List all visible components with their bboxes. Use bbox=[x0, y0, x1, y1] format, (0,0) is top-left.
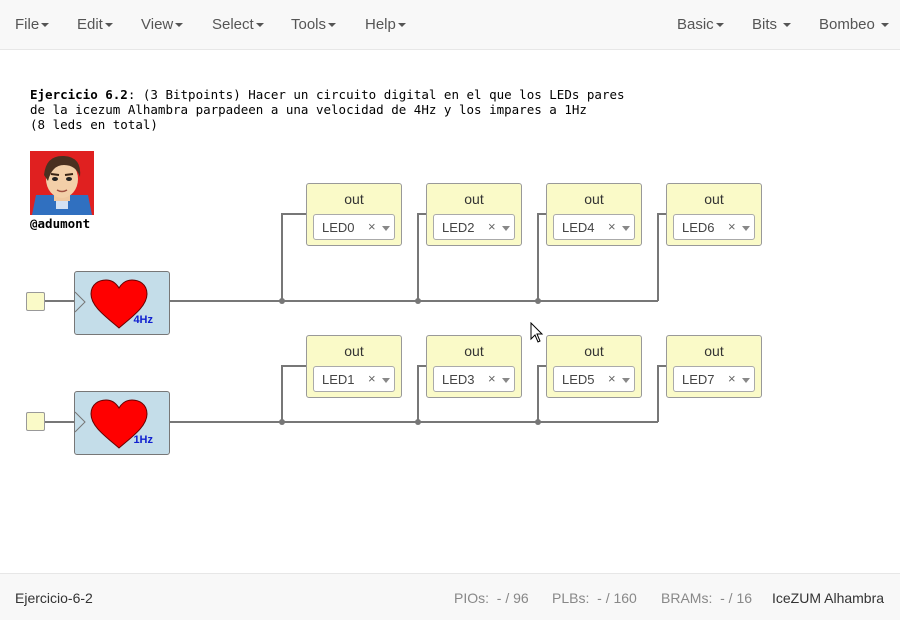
pin-select[interactable]: LED4 × bbox=[553, 214, 635, 240]
wire bbox=[537, 365, 546, 422]
output-title: out bbox=[344, 191, 364, 207]
wire bbox=[281, 365, 306, 422]
frequency-label: 1Hz bbox=[133, 434, 153, 446]
frequency-label: 4Hz bbox=[133, 314, 153, 326]
wire bbox=[657, 365, 666, 422]
output-block-led4[interactable]: out LED4 × bbox=[546, 183, 642, 246]
pin-select[interactable]: LED2 × bbox=[433, 214, 515, 240]
heartbeat-block-4hz[interactable]: 4Hz bbox=[74, 271, 170, 335]
heart-icon bbox=[75, 399, 148, 449]
output-block-led2[interactable]: out LED2 × bbox=[426, 183, 522, 246]
wire-junction bbox=[415, 419, 421, 425]
status-bar: Ejercicio-6-2 PIOs: - / 96 PLBs: - / 160… bbox=[0, 573, 900, 620]
wire bbox=[417, 213, 426, 301]
wire bbox=[417, 365, 426, 422]
plbs-counter: PLBs: - / 160 bbox=[552, 590, 637, 606]
wire-junction bbox=[279, 419, 285, 425]
chevron-down-icon[interactable] bbox=[622, 226, 630, 231]
clear-icon[interactable]: × bbox=[368, 219, 376, 234]
output-block-led5[interactable]: out LED5 × bbox=[546, 335, 642, 398]
clear-icon[interactable]: × bbox=[728, 219, 736, 234]
wire-junction bbox=[535, 419, 541, 425]
heart-icon bbox=[75, 279, 148, 329]
wire bbox=[281, 213, 306, 301]
chevron-down-icon[interactable] bbox=[742, 378, 750, 383]
board-name[interactable]: IceZUM Alhambra bbox=[772, 590, 884, 606]
input-port[interactable] bbox=[26, 292, 45, 311]
mouse-cursor-icon bbox=[530, 322, 544, 343]
chevron-down-icon[interactable] bbox=[622, 378, 630, 383]
pin-select[interactable]: LED6 × bbox=[673, 214, 755, 240]
pin-select[interactable]: LED3 × bbox=[433, 366, 515, 392]
output-title: out bbox=[584, 191, 604, 207]
output-title: out bbox=[704, 343, 724, 359]
clear-icon[interactable]: × bbox=[608, 371, 616, 386]
output-title: out bbox=[584, 343, 604, 359]
output-block-led3[interactable]: out LED3 × bbox=[426, 335, 522, 398]
clear-icon[interactable]: × bbox=[728, 371, 736, 386]
output-block-led1[interactable]: out LED1 × bbox=[306, 335, 402, 398]
output-title: out bbox=[464, 343, 484, 359]
clear-icon[interactable]: × bbox=[488, 371, 496, 386]
clear-icon[interactable]: × bbox=[608, 219, 616, 234]
pios-counter: PIOs: - / 96 bbox=[454, 590, 529, 606]
pin-select[interactable]: LED0 × bbox=[313, 214, 395, 240]
project-name: Ejercicio-6-2 bbox=[15, 590, 93, 606]
chevron-down-icon[interactable] bbox=[382, 226, 390, 231]
heartbeat-block-1hz[interactable]: 1Hz bbox=[74, 391, 170, 455]
output-title: out bbox=[344, 343, 364, 359]
pin-select[interactable]: LED1 × bbox=[313, 366, 395, 392]
wire-junction bbox=[415, 298, 421, 304]
clear-icon[interactable]: × bbox=[368, 371, 376, 386]
wire bbox=[657, 213, 666, 301]
chevron-down-icon[interactable] bbox=[742, 226, 750, 231]
output-title: out bbox=[704, 191, 724, 207]
input-port[interactable] bbox=[26, 412, 45, 431]
output-block-led6[interactable]: out LED6 × bbox=[666, 183, 762, 246]
wire-junction bbox=[535, 298, 541, 304]
chevron-down-icon[interactable] bbox=[502, 378, 510, 383]
clear-icon[interactable]: × bbox=[488, 219, 496, 234]
brams-counter: BRAMs: - / 16 bbox=[661, 590, 753, 606]
output-block-led0[interactable]: out LED0 × bbox=[306, 183, 402, 246]
chevron-down-icon[interactable] bbox=[382, 378, 390, 383]
wire bbox=[537, 213, 546, 301]
output-title: out bbox=[464, 191, 484, 207]
pin-select[interactable]: LED5 × bbox=[553, 366, 635, 392]
output-block-led7[interactable]: out LED7 × bbox=[666, 335, 762, 398]
pin-select[interactable]: LED7 × bbox=[673, 366, 755, 392]
chevron-down-icon[interactable] bbox=[502, 226, 510, 231]
wire-junction bbox=[279, 298, 285, 304]
